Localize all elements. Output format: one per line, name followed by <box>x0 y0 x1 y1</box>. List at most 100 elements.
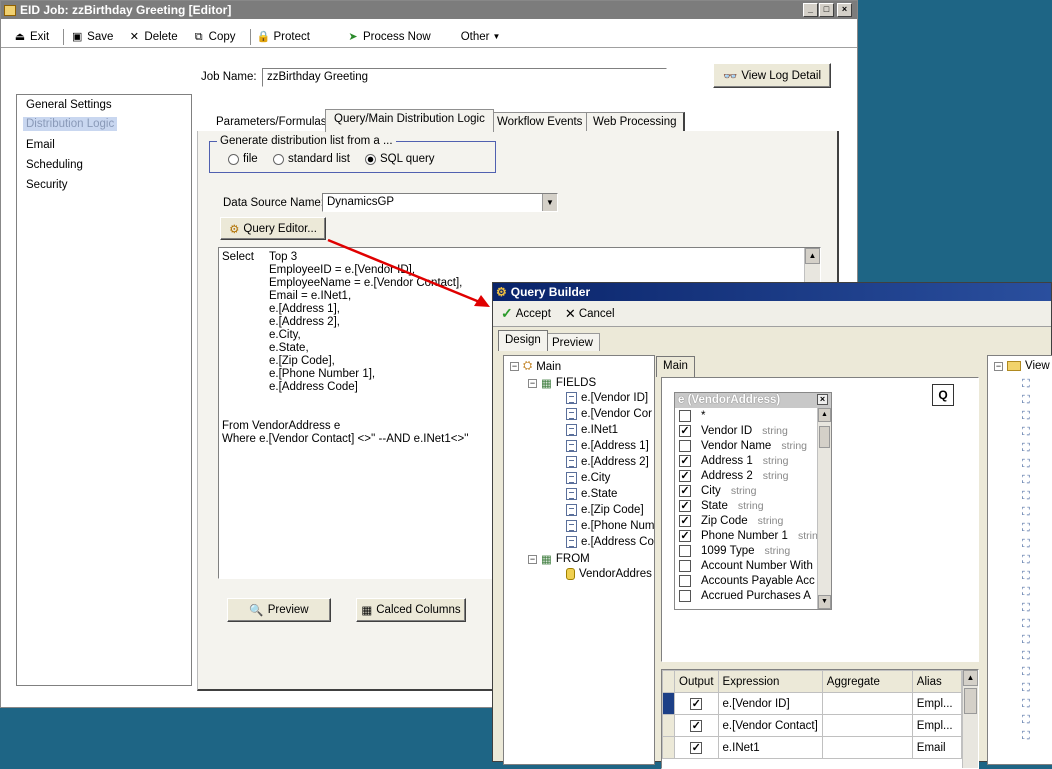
table-column-item[interactable]: Vendor Name string <box>679 440 807 452</box>
grid-header-output[interactable]: Output <box>674 670 719 693</box>
table-column-item[interactable]: ✓ Phone Number 1 strin <box>679 530 818 542</box>
grid-header-aggregate[interactable]: Aggregate <box>821 670 913 693</box>
tab-preview[interactable]: Preview <box>545 333 600 351</box>
view-item[interactable]: ⛶ <box>1022 618 1030 631</box>
view-item[interactable]: ⛶ <box>1022 426 1030 439</box>
collapse-icon[interactable]: − <box>510 362 519 371</box>
table-widget-titlebar[interactable]: e (VendorAddress) × <box>675 393 831 408</box>
table-widget[interactable]: e (VendorAddress) × * ✓ Vendor ID string Ven… <box>674 392 832 610</box>
grid-scrollbar[interactable]: ▲ <box>962 670 978 768</box>
table-column-item[interactable]: ✓ Address 2 string <box>679 470 788 482</box>
column-checkbox[interactable]: ✓ <box>679 530 691 542</box>
column-checkbox[interactable] <box>679 440 691 452</box>
scroll-thumb[interactable] <box>819 426 830 448</box>
grid-aggregate-cell[interactable] <box>821 692 913 715</box>
accept-button[interactable]: ✓ Accept <box>501 305 551 322</box>
view-item[interactable]: ⛶ <box>1022 554 1030 567</box>
table-column-item[interactable]: Accounts Payable Acc <box>679 575 825 587</box>
view-item[interactable]: ⛶ <box>1022 394 1030 407</box>
table-column-item[interactable]: ✓ State string <box>679 500 764 512</box>
column-checkbox[interactable] <box>679 575 691 587</box>
view-item[interactable]: ⛶ <box>1022 490 1030 503</box>
collapse-icon[interactable]: − <box>528 554 537 564</box>
grid-expression-cell[interactable]: e.[Vendor Contact] <box>717 714 823 737</box>
cancel-button[interactable]: ✕ Cancel <box>565 306 615 322</box>
tree-field-item[interactable]: e.[Phone Num <box>566 520 655 532</box>
scroll-up-button[interactable]: ▲ <box>818 408 831 422</box>
tree-from-item[interactable]: VendorAddres <box>566 568 652 580</box>
tree-field-item[interactable]: e.City <box>566 472 610 484</box>
column-checkbox[interactable]: ✓ <box>679 485 691 497</box>
tree-field-item[interactable]: e.[Zip Code] <box>566 504 644 516</box>
table-column-item[interactable]: 1099 Type string <box>679 545 790 557</box>
grid-alias-cell[interactable]: Empl... <box>911 692 963 715</box>
view-item[interactable]: ⛶ <box>1022 586 1030 599</box>
grid-aggregate-cell[interactable] <box>821 736 913 759</box>
tree-node-view[interactable]: − View <box>994 360 1050 372</box>
grid-row[interactable]: ✓ e.[Vendor Contact] Empl... <box>662 714 963 737</box>
column-checkbox[interactable]: ✓ <box>679 455 691 467</box>
column-checkbox[interactable]: ✓ <box>679 470 691 482</box>
view-item[interactable]: ⛶ <box>1022 570 1030 583</box>
table-column-item[interactable]: ✓ Address 1 string <box>679 455 788 467</box>
view-item[interactable]: ⛶ <box>1022 682 1030 695</box>
column-checkbox[interactable] <box>679 545 691 557</box>
column-checkbox[interactable]: ✓ <box>679 500 691 512</box>
tree-field-item[interactable]: e.[Address 1] <box>566 440 649 452</box>
column-checkbox[interactable] <box>679 590 691 602</box>
view-item[interactable]: ⛶ <box>1022 458 1030 471</box>
view-item[interactable]: ⛶ <box>1022 634 1030 647</box>
view-item[interactable]: ⛶ <box>1022 474 1030 487</box>
grid-row[interactable]: ✓ e.INet1 Email <box>662 736 963 759</box>
column-checkbox[interactable]: ✓ <box>679 425 691 437</box>
view-item[interactable]: ⛶ <box>1022 698 1030 711</box>
output-checkbox[interactable]: ✓ <box>674 736 719 759</box>
view-item[interactable]: ⛶ <box>1022 378 1030 391</box>
grid-alias-cell[interactable]: Empl... <box>911 714 963 737</box>
scroll-down-button[interactable]: ▼ <box>818 595 831 609</box>
view-item[interactable]: ⛶ <box>1022 666 1030 679</box>
view-item[interactable]: ⛶ <box>1022 410 1030 423</box>
collapse-icon[interactable]: − <box>994 361 1003 371</box>
table-column-item[interactable]: Account Number With <box>679 560 823 572</box>
tree-node-from[interactable]: − ▦ FROM <box>528 552 590 566</box>
view-item[interactable]: ⛶ <box>1022 714 1030 727</box>
tree-node-main[interactable]: − ⛭ Main <box>510 360 561 373</box>
grid-aggregate-cell[interactable] <box>821 714 913 737</box>
scroll-up-button[interactable]: ▲ <box>963 670 978 686</box>
view-item[interactable]: ⛶ <box>1022 506 1030 519</box>
tree-field-item[interactable]: e.[Address 2] <box>566 456 649 468</box>
q-button[interactable]: Q <box>932 384 954 406</box>
tab-canvas-main[interactable]: Main <box>656 356 695 377</box>
table-widget-scrollbar[interactable]: ▲ ▼ <box>817 408 831 609</box>
tree-field-item[interactable]: e.State <box>566 488 617 500</box>
tree-field-item[interactable]: e.[Vendor Cor <box>566 408 652 420</box>
tab-query-main-distribution-logic[interactable]: Query/Main Distribution Logic <box>325 109 494 132</box>
view-item[interactable]: ⛶ <box>1022 538 1030 551</box>
view-item[interactable]: ⛶ <box>1022 730 1030 743</box>
collapse-icon[interactable]: − <box>528 378 537 388</box>
close-icon[interactable]: × <box>817 394 828 405</box>
output-checkbox[interactable]: ✓ <box>674 692 719 715</box>
tree-field-item[interactable]: e.[Address Co <box>566 536 654 548</box>
grid-expression-cell[interactable]: e.[Vendor ID] <box>717 692 823 715</box>
table-column-item[interactable]: ✓ Vendor ID string <box>679 425 788 437</box>
tree-node-fields[interactable]: − ▦ FIELDS <box>528 376 596 390</box>
table-column-item[interactable]: * <box>679 410 715 422</box>
column-checkbox[interactable] <box>679 410 691 422</box>
column-checkbox[interactable]: ✓ <box>679 515 691 527</box>
tree-field-item[interactable]: e.[Vendor ID] <box>566 392 648 404</box>
table-column-item[interactable]: Accrued Purchases A <box>679 590 821 602</box>
grid-header-expression[interactable]: Expression <box>717 670 823 693</box>
grid-row[interactable]: ✓ e.[Vendor ID] Empl... <box>662 692 963 715</box>
grid-expression-cell[interactable]: e.INet1 <box>717 736 823 759</box>
table-column-item[interactable]: ✓ City string <box>679 485 757 497</box>
view-item[interactable]: ⛶ <box>1022 602 1030 615</box>
tree-field-item[interactable]: e.INet1 <box>566 424 618 436</box>
column-checkbox[interactable] <box>679 560 691 572</box>
tab-design[interactable]: Design <box>498 330 548 351</box>
view-item[interactable]: ⛶ <box>1022 650 1030 663</box>
view-item[interactable]: ⛶ <box>1022 442 1030 455</box>
grid-alias-cell[interactable]: Email <box>911 736 963 759</box>
output-checkbox[interactable]: ✓ <box>674 714 719 737</box>
